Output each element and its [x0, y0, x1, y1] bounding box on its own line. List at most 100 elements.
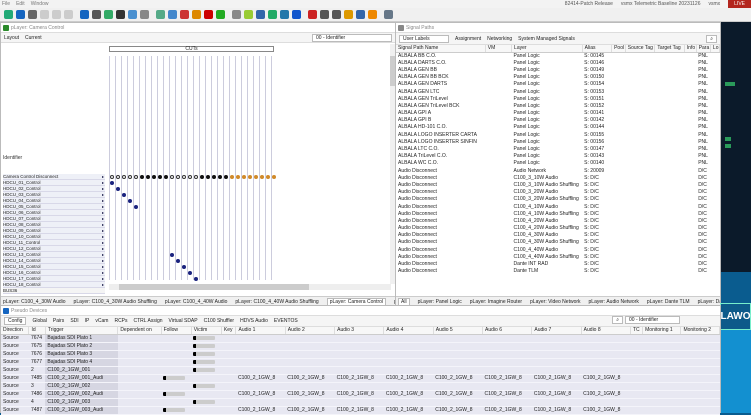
victim-selector[interactable] [193, 359, 216, 364]
crosspoint-disconnect[interactable] [152, 175, 156, 179]
row-arrow-icon[interactable]: ▸ [102, 216, 104, 221]
toolbar-button-icon[interactable] [128, 10, 137, 19]
pseudo-tab[interactable]: Global [32, 318, 46, 324]
table-row[interactable]: ALBALA LOGO INSERTER SINFIN Panel Logic S:… [396, 138, 720, 146]
column-header[interactable]: Info [684, 45, 697, 53]
row-arrow-icon[interactable]: ▸ [102, 180, 104, 185]
column-header[interactable]: Trigger [45, 327, 119, 335]
crosspoint-disconnect[interactable] [164, 175, 168, 179]
table-row[interactable]: ALBALA TriLevel C.O. Panel Logic S: 00143 P… [396, 152, 720, 160]
pseudo-tab[interactable]: Config [4, 317, 27, 325]
column-header[interactable]: Pool [611, 45, 626, 53]
table-row[interactable]: ALBALA GPI A Panel Logic S: 00141 PNL [396, 109, 720, 117]
column-header[interactable]: Monitoring 1 [642, 327, 682, 335]
column-header[interactable]: Key [221, 327, 237, 335]
pseudo-tab[interactable]: IP [85, 318, 90, 324]
follow-selector[interactable] [163, 407, 186, 412]
table-row[interactable]: Source 3 C100_2_1GW_002 [1, 382, 720, 391]
table-row[interactable]: Audio Disconnect C100_3_10W Audio S: D/C D/… [396, 174, 720, 181]
search-icon[interactable]: ⌕ [706, 34, 717, 43]
column-header[interactable]: Audio 8 [581, 327, 631, 335]
table-row[interactable]: ALBALA GEN DARTS Panel Logic S: 00154 PNL [396, 80, 720, 88]
table-row[interactable]: ALBALA BB C.O. Panel Logic S: 00145 PNL [396, 52, 720, 60]
table-row[interactable]: Source 7674 Bajadas SDI Plato 1 [1, 334, 720, 343]
column-header[interactable]: Lo [710, 45, 720, 53]
toolbar-button-icon[interactable] [268, 10, 277, 19]
pseudo-tab[interactable]: Pairs [53, 318, 64, 324]
toolbar-button-icon[interactable] [92, 10, 101, 19]
victim-selector[interactable] [193, 335, 216, 340]
row-arrow-icon[interactable]: ▸ [102, 198, 104, 203]
crosspoint-disconnect[interactable] [146, 175, 150, 179]
toolbar-button-icon[interactable] [232, 10, 241, 19]
row-arrow-icon[interactable]: ▸ [102, 192, 104, 197]
column-header[interactable]: Source Tag [625, 45, 656, 53]
toolbar-button-icon[interactable] [216, 10, 225, 19]
toolbar-button-icon[interactable] [244, 10, 253, 19]
crosspoint[interactable] [170, 253, 174, 257]
crosspoint[interactable] [122, 193, 126, 197]
crosspoint-disconnect[interactable] [230, 175, 234, 179]
crosspoint[interactable] [194, 277, 198, 281]
crosspoint[interactable] [182, 265, 186, 269]
crosspoint[interactable] [134, 205, 138, 209]
identifier-dropdown[interactable]: 00 - Identifier [312, 33, 392, 42]
toolbar-button-icon[interactable] [52, 10, 61, 19]
column-header[interactable]: Audio 5 [433, 327, 484, 335]
crosspoint-disconnect[interactable] [182, 175, 186, 179]
table-row[interactable]: Audio Disconnect C100_4_40W Audio S: D/C D/… [396, 246, 720, 253]
column-header[interactable]: Audio 1 [235, 327, 286, 335]
table-row[interactable]: ALBALA GEN BB BCK Panel Logic S: 00150 PNL [396, 74, 720, 81]
search-icon[interactable]: ⌕ [612, 316, 623, 324]
crosspoint-disconnect[interactable] [254, 175, 258, 179]
layer-tab[interactable]: pLayer: Audio Network [589, 299, 639, 305]
table-row[interactable]: Audio Disconnect C100_4_30W Audio S: D/C D/… [396, 232, 720, 239]
row-arrow-icon[interactable]: ▸ [102, 210, 104, 215]
victim-selector[interactable] [193, 399, 216, 404]
toolbar-button-icon[interactable] [192, 10, 201, 19]
table-row[interactable]: Source 7486 C100_2_1GW_002_Audi C100_2_1GW_… [1, 390, 720, 399]
toolbar-button-icon[interactable] [140, 10, 149, 19]
tab-networking[interactable]: Networking [487, 36, 512, 42]
toolbar-button-icon[interactable] [356, 10, 365, 19]
crosspoint-disconnect[interactable] [206, 175, 210, 179]
table-row[interactable]: Audio Disconnect Dante INT RAD S: D/C D/C [396, 260, 720, 267]
victim-selector[interactable] [193, 367, 216, 372]
table-row[interactable]: Audio Disconnect C100_4_30W Audio Shuffli… [396, 238, 720, 247]
table-row[interactable]: ALBALA GPI B Panel Logic S: 00142 PNL [396, 117, 720, 124]
table-row[interactable]: Source 7675 Bajadas SDI Plato 2 [1, 342, 720, 351]
table-row[interactable]: Audio Disconnect C100_4_20W Audio S: D/C D/… [396, 217, 720, 224]
crosspoint-disconnect[interactable] [116, 175, 120, 179]
table-row[interactable]: Source 7677 Bajadas SDI Plato 4 [1, 358, 720, 367]
table-row[interactable]: ALBALA LTC C.O. Panel Logic S: 00147 PNL [396, 145, 720, 152]
column-header[interactable]: Alias [582, 45, 613, 53]
row-arrow-icon[interactable]: ▸ [102, 276, 104, 281]
toolbar-button-icon[interactable] [256, 10, 265, 19]
column-header[interactable]: Dependent on [117, 327, 162, 335]
row-arrow-icon[interactable]: ▸ [102, 186, 104, 191]
layer-tab[interactable]: pLayer: Video Network [530, 299, 581, 305]
crosspoint[interactable] [176, 259, 180, 263]
column-header[interactable]: Audio 2 [285, 327, 336, 335]
column-header[interactable]: VM [485, 45, 513, 53]
layer-tab[interactable]: pLayer: Imagine Router [470, 299, 522, 305]
layer-tab[interactable]: pLayer: C100_4_30W Audio Shuffling [74, 299, 157, 305]
toolbar-button-icon[interactable] [368, 10, 377, 19]
toolbar-button-icon[interactable] [104, 10, 113, 19]
table-row[interactable]: Audio Disconnect C100_4_10W Audio Shuffli… [396, 210, 720, 218]
table-row[interactable]: ALBALA GEN TriLevel BCK Panel Logic S: 001… [396, 102, 720, 109]
table-row[interactable]: Audio Disconnect Dante TLM S: D/C D/C [396, 267, 720, 275]
layer-tab[interactable]: pLayer: Panel Logic [418, 299, 462, 305]
table-row[interactable]: Audio Disconnect C100_4_10W Audio S: D/C D/… [396, 203, 720, 210]
toolbar-button-icon[interactable] [28, 10, 37, 19]
toolbar-button-icon[interactable] [80, 10, 89, 19]
crosspoint-disconnect[interactable] [194, 175, 198, 179]
toolbar-button-icon[interactable] [16, 10, 25, 19]
toolbar-button-icon[interactable] [156, 10, 165, 19]
layer-tab[interactable]: pLayer: Dante TLM [647, 299, 690, 305]
toolbar-button-icon[interactable] [64, 10, 73, 19]
pseudo-tab[interactable]: C100 Shuffler [204, 318, 234, 324]
row-arrow-icon[interactable]: ▸ [102, 252, 104, 257]
crosspoint[interactable] [128, 199, 132, 203]
column-header[interactable]: Id [28, 327, 46, 335]
